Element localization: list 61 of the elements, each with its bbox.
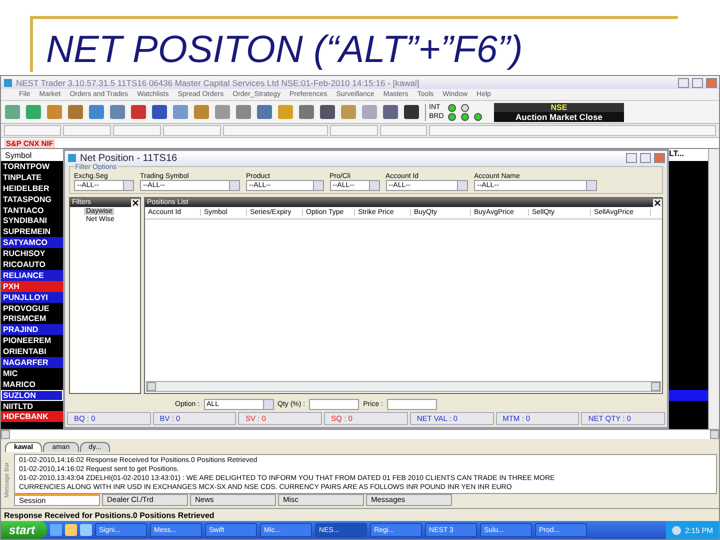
toolbar-icon[interactable] bbox=[299, 105, 314, 119]
status-text: Response Received for Positions.0 Positions Retrieved bbox=[4, 510, 214, 520]
toolbar-icon[interactable] bbox=[215, 105, 230, 119]
combo-box[interactable] bbox=[4, 125, 62, 136]
symbol-cell[interactable]: NIITLTD bbox=[1, 400, 63, 412]
symbol-cell[interactable]: PROVOGUE bbox=[1, 302, 63, 314]
combo-box[interactable] bbox=[222, 125, 328, 136]
slide-title: NET POSITON (“ALT”+”F6”) bbox=[46, 31, 523, 69]
column-header: Symbol bbox=[1, 149, 63, 161]
window-title: NEST Trader 3.10.57.31.5 11TS16 06436 Master Capital Services Ltd NSE:01-Feb-2010 14:15:16 - [kawal] bbox=[16, 78, 420, 88]
toolbar-icon[interactable] bbox=[131, 105, 146, 119]
toolbar-icon[interactable] bbox=[152, 105, 167, 119]
symbol-cell[interactable]: PUNJLLOYI bbox=[1, 292, 63, 303]
toolbar-icon[interactable] bbox=[47, 105, 62, 119]
toolbar-icon[interactable] bbox=[173, 105, 188, 119]
symbol-cell[interactable]: SUZLON bbox=[1, 390, 63, 401]
toolbar-icon[interactable] bbox=[383, 105, 398, 119]
dialog-title: Net Position - 11TS16 bbox=[80, 152, 178, 164]
tray-icon[interactable] bbox=[672, 526, 682, 534]
combo-box[interactable] bbox=[113, 125, 162, 136]
market-state: Auction Market Close bbox=[514, 112, 604, 122]
close-icon[interactable] bbox=[653, 198, 662, 206]
close-icon[interactable] bbox=[131, 198, 140, 206]
toolbar-icon[interactable] bbox=[236, 105, 251, 119]
symbol-cell[interactable]: NAGARFER bbox=[1, 357, 63, 368]
horizontal-scrollbar[interactable] bbox=[1, 429, 719, 439]
toolbar-icon[interactable] bbox=[89, 105, 104, 119]
symbol-cell[interactable]: RELIANCE bbox=[1, 270, 63, 281]
symbol-cell[interactable]: PXH bbox=[1, 280, 63, 292]
symbol-cell[interactable]: SATYAMCO bbox=[1, 237, 63, 248]
minimize-button[interactable] bbox=[678, 78, 689, 88]
symbol-cell[interactable]: HDFCBANK bbox=[1, 411, 63, 422]
qty-input[interactable] bbox=[309, 398, 360, 410]
toolbar-icon[interactable] bbox=[5, 105, 20, 119]
symbol-cell[interactable]: PRAJIND bbox=[1, 324, 63, 336]
column-header: LT... bbox=[669, 149, 708, 161]
close-button[interactable] bbox=[706, 78, 717, 88]
toolbar-icon[interactable] bbox=[278, 105, 293, 119]
vertical-scrollbar[interactable] bbox=[708, 149, 719, 429]
exchange-name: NSE bbox=[494, 102, 624, 112]
maximize-button[interactable] bbox=[640, 153, 651, 163]
combo-box[interactable] bbox=[163, 125, 220, 136]
combo-box[interactable] bbox=[330, 125, 378, 136]
toolbar-icon[interactable] bbox=[404, 105, 419, 119]
toolbar-icon[interactable] bbox=[257, 105, 272, 119]
toolbar-icon[interactable] bbox=[26, 105, 41, 119]
symbol-cell[interactable]: PRISMCEM bbox=[1, 313, 63, 324]
toolbar-icon[interactable] bbox=[320, 105, 335, 119]
toolbar-icon[interactable] bbox=[362, 105, 377, 119]
maximize-button[interactable] bbox=[692, 78, 703, 88]
combo-box[interactable] bbox=[380, 125, 428, 136]
combo-box[interactable] bbox=[429, 125, 716, 136]
toolbar-icon[interactable] bbox=[341, 105, 356, 119]
selected-row-highlight[interactable] bbox=[669, 390, 708, 401]
toolbar-icon[interactable] bbox=[68, 105, 83, 119]
minimize-button[interactable] bbox=[626, 153, 637, 163]
horizontal-scrollbar[interactable] bbox=[146, 381, 661, 392]
toolbar-icon[interactable] bbox=[110, 105, 125, 119]
combo-box[interactable] bbox=[63, 125, 112, 136]
toolbar-icon[interactable] bbox=[194, 105, 209, 119]
price-input[interactable] bbox=[386, 398, 437, 410]
